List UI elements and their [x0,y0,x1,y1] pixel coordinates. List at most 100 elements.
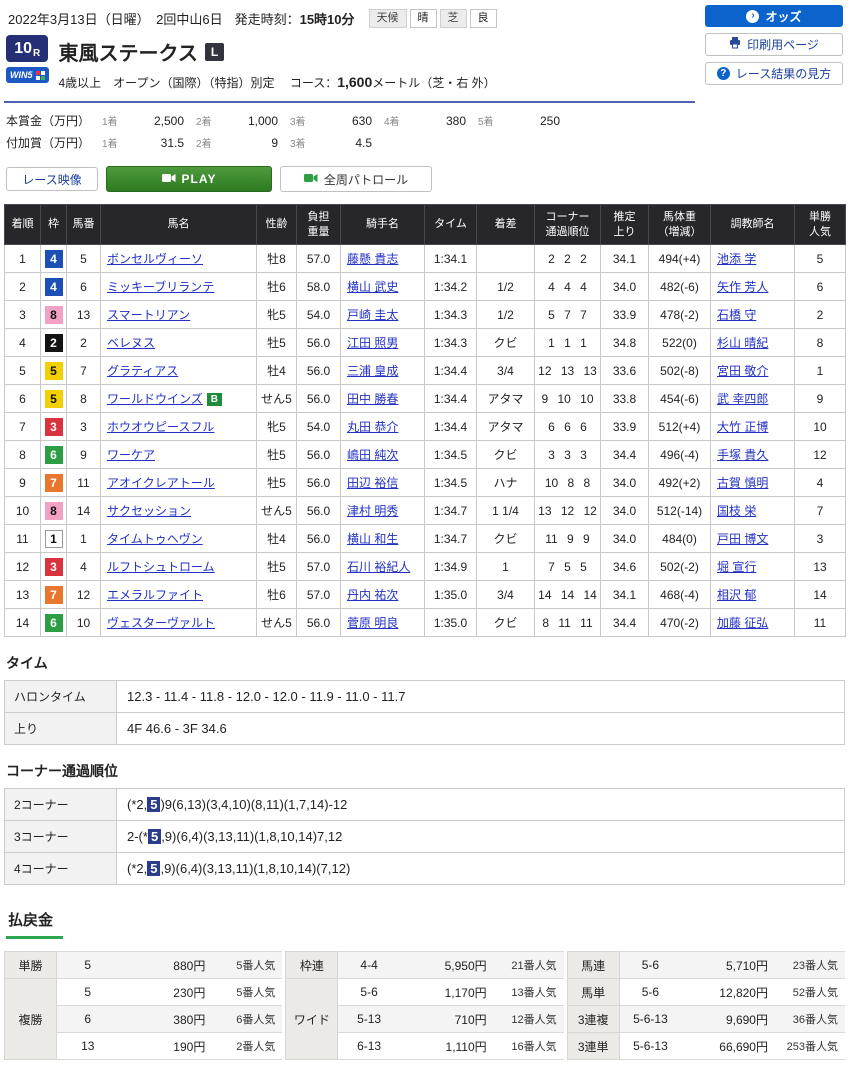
column-header: 馬番 [66,204,101,245]
trainer-cell: 加藤 征弘 [710,608,795,637]
horse-number: 13 [66,300,101,329]
payout-amount: 5,950円 [399,951,494,979]
horse-name-link[interactable]: タイムトゥヘヴン [107,532,203,546]
trainer-name-link[interactable]: 池添 学 [717,252,756,266]
trainer-name-link[interactable]: 国枝 栄 [717,504,756,518]
estimated-last-3f: 33.9 [600,412,649,441]
prize-rank: 1着 [102,117,118,128]
horse-name-link[interactable]: ワールドウインズ [107,392,203,406]
jockey-name-link[interactable]: 藤懸 貴志 [347,252,398,266]
print-page-button[interactable]: 印刷用ページ [705,33,843,56]
horse-name-link[interactable]: グラティアス [107,364,178,378]
finish-position: 2 [4,272,41,301]
trainer-name-link[interactable]: 武 幸四郎 [717,392,768,406]
horse-body-weight: 470(-2) [648,608,711,637]
trainer-name-link[interactable]: 手塚 貴久 [717,448,768,462]
sex-age: 牡4 [256,356,297,385]
race-number-badge: 10 R [6,35,49,62]
trainer-cell: 戸田 博文 [710,524,795,553]
finish-position: 8 [4,440,41,469]
jockey-name-link[interactable]: 石川 裕紀人 [347,560,410,574]
jockey-name-link[interactable]: 江田 照男 [347,336,398,350]
horse-name-link[interactable]: ルフトシュトローム [107,560,215,574]
prize-amount: 4.5 [355,136,372,150]
corner-positions: 10 8 8 [534,468,601,497]
horse-name-link[interactable]: ボンセルヴィーソ [107,252,203,266]
finish-time: 1:35.0 [424,580,477,609]
trainer-name-link[interactable]: 石橋 守 [717,308,756,322]
finish-time: 1:35.0 [424,608,477,637]
trainer-name-link[interactable]: 杉山 晴紀 [717,336,768,350]
jockey-name-link[interactable]: 田辺 裕信 [347,476,398,490]
jockey-name-link[interactable]: 嶋田 純次 [347,448,398,462]
popularity: 52番人気 [774,978,845,1006]
odds-button[interactable]: › オッズ [705,5,843,27]
margin: 1 [476,552,535,581]
carried-weight: 57.0 [296,244,341,273]
trainer-name-link[interactable]: 宮田 敬介 [717,364,768,378]
horse-name-link[interactable]: ホウオウピースフル [107,420,214,434]
horse-name-link[interactable]: エメラルファイト [107,588,203,602]
combination: 5-6 [337,978,400,1006]
horse-body-weight: 454(-6) [648,384,711,413]
horse-number: 9 [66,440,101,469]
play-button[interactable]: PLAY [106,166,272,192]
carried-weight: 57.0 [296,580,341,609]
jockey-name-link[interactable]: 田中 勝春 [347,392,398,406]
carried-weight: 56.0 [296,608,341,637]
main-prize-values: 1着 2,500 2着 1,000 3着 630 4着 380 5着 250 [102,113,572,128]
horse-name-cell: サクセッション [100,496,257,525]
jockey-name-link[interactable]: 丸田 恭介 [347,420,398,434]
jockey-cell: 田辺 裕信 [340,468,425,497]
trainer-cell: 武 幸四郎 [710,384,795,413]
horse-name-link[interactable]: ワーケア [107,448,155,462]
horse-name-link[interactable]: サクセッション [107,504,191,518]
patrol-video-button[interactable]: 全周パトロール [280,166,432,192]
trainer-name-link[interactable]: 矢作 芳人 [717,280,768,294]
trainer-name-link[interactable]: 堀 宣行 [717,560,756,574]
jockey-name-link[interactable]: 横山 武史 [347,280,398,294]
trainer-name-link[interactable]: 相沢 郁 [717,588,756,602]
frame-number-badge: 6 [44,613,63,632]
popularity: 2番人気 [212,1032,283,1060]
time-table-body: ハロンタイム 12.3 - 11.4 - 11.8 - 12.0 - 12.0 … [4,680,845,745]
video-camera-icon [161,172,176,186]
trainer-name-link[interactable]: 古賀 慎明 [717,476,768,490]
horse-body-weight: 494(+4) [648,244,711,273]
corner-order-suffix: )9(6,13)(3,4,10)(8,11)(1,7,14)-12 [160,797,348,812]
trainer-name-link[interactable]: 加藤 征弘 [717,616,768,630]
payout-amount: 230円 [118,978,213,1006]
combination: 5-6 [619,951,682,979]
jockey-name-link[interactable]: 津村 明秀 [347,504,398,518]
popularity: 12番人気 [493,1005,564,1033]
jockey-name-link[interactable]: 丹内 祐次 [347,588,398,602]
win-popularity: 11 [794,608,846,637]
jockey-cell: 三浦 皇成 [340,356,425,385]
horse-name-link[interactable]: スマートリアン [107,308,190,322]
finish-position: 13 [4,580,41,609]
prize-pair: 2着 1,000 [196,113,278,128]
finish-time: 1:34.5 [424,440,477,469]
trainer-name-link[interactable]: 戸田 博文 [717,532,768,546]
frame-number-badge: 4 [44,249,63,268]
jockey-name-link[interactable]: 戸崎 圭太 [347,308,398,322]
horse-name-link[interactable]: ヴェスターヴァルト [107,616,215,630]
margin: 3/4 [476,356,535,385]
jockey-name-link[interactable]: 菅原 明良 [347,616,398,630]
frame-number-badge: 5 [44,389,63,408]
margin: クビ [476,328,535,357]
result-guide-button[interactable]: ? レース結果の見方 [705,62,843,85]
horse-name-link[interactable]: アオイクレアトール [107,476,215,490]
horse-body-weight: 492(+2) [648,468,711,497]
added-prize-row: 付加賞（万円） 1着 31.5 2着 9 3着 4.5 [6,134,843,151]
jockey-name-link[interactable]: 横山 和生 [347,532,398,546]
trainer-name-link[interactable]: 大竹 正博 [717,420,768,434]
margin: 1/2 [476,300,535,329]
horse-name-link[interactable]: ミッキーブリランテ [107,280,214,294]
trainer-cell: 宮田 敬介 [710,356,795,385]
time-row: 上り 4F 46.6 - 3F 34.6 [4,712,845,745]
horse-name-link[interactable]: ベレヌス [107,336,155,350]
race-video-button[interactable]: レース映像 [6,167,98,191]
jockey-name-link[interactable]: 三浦 皇成 [347,364,398,378]
jockey-cell: 横山 和生 [340,524,425,553]
